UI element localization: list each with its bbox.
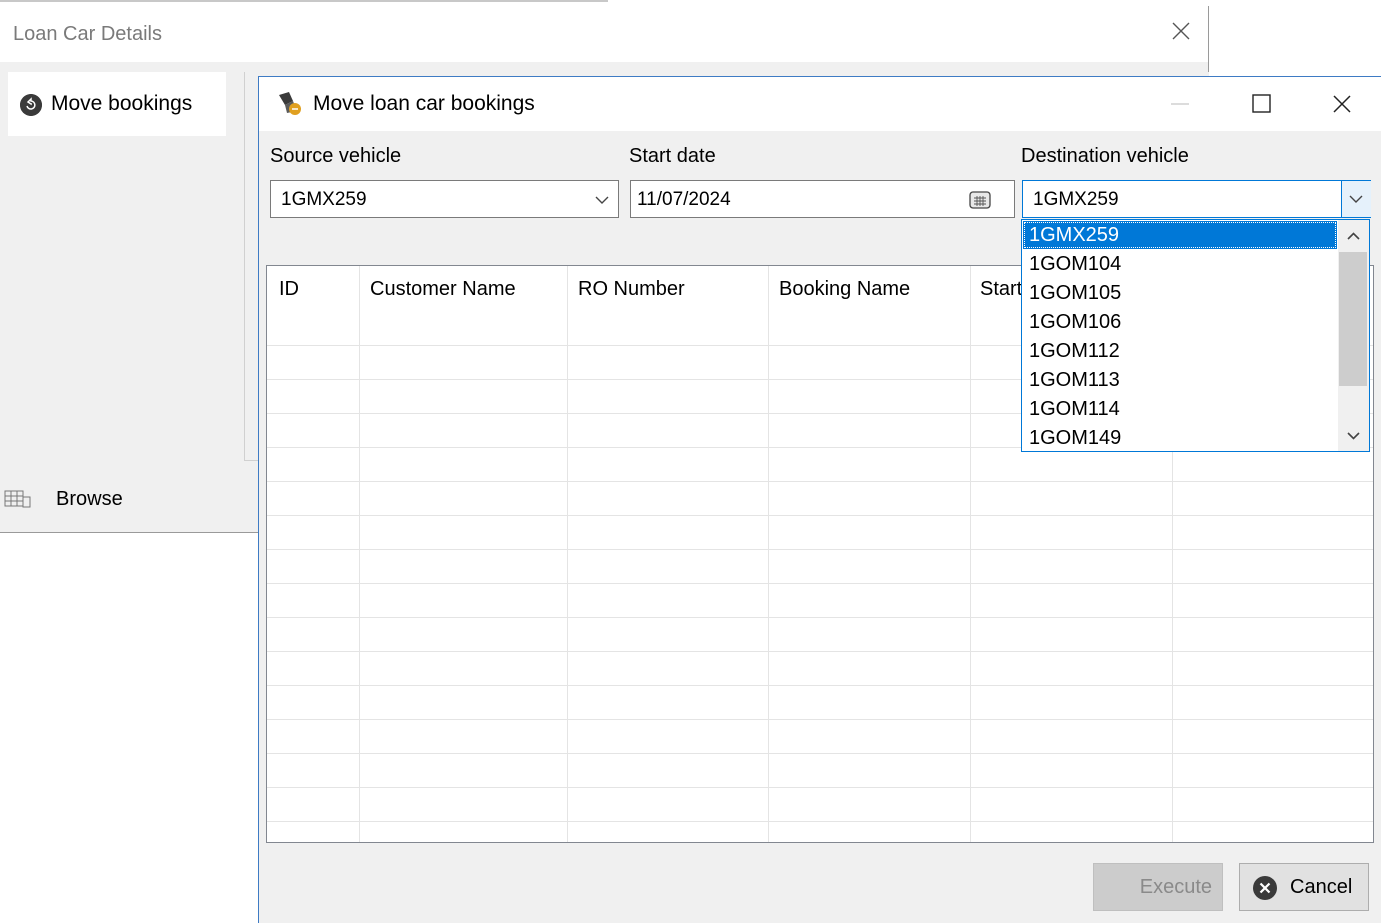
destination-vehicle-dropdown-list[interactable]: 1GMX259 1GOM104 1GOM105 1GOM106 1GOM112 … bbox=[1021, 219, 1370, 452]
chevron-down-icon[interactable] bbox=[1338, 424, 1369, 448]
dropdown-option[interactable]: 1GOM104 bbox=[1023, 250, 1337, 278]
grid-row-line bbox=[267, 549, 1373, 550]
grid-row-line bbox=[267, 719, 1373, 720]
destination-vehicle-value: 1GMX259 bbox=[1033, 189, 1119, 210]
sidebar-item-move-bookings[interactable]: Move bookings bbox=[8, 72, 226, 136]
app-icon bbox=[279, 92, 301, 115]
grid-column-divider bbox=[567, 266, 568, 842]
background-top-edge bbox=[0, 0, 608, 2]
execute-button-label: Execute bbox=[1139, 876, 1212, 898]
calendar-icon[interactable] bbox=[967, 189, 993, 211]
column-header-start[interactable]: Start bbox=[980, 278, 1022, 301]
grid-row-line bbox=[267, 821, 1373, 822]
source-vehicle-label: Source vehicle bbox=[270, 145, 402, 167]
grid-row-line bbox=[267, 515, 1373, 516]
cancel-button[interactable]: Cancel bbox=[1239, 863, 1369, 911]
cancel-button-label: Cancel bbox=[1290, 876, 1353, 898]
dialog-titlebar: Move loan car bookings bbox=[259, 77, 1381, 131]
dropdown-option[interactable]: 1GOM113 bbox=[1023, 366, 1337, 394]
dropdown-option[interactable]: 1GOM149 bbox=[1023, 424, 1337, 451]
sidebar-item-browse[interactable]: Browse bbox=[56, 488, 123, 511]
grid-column-divider bbox=[970, 266, 971, 842]
move-loan-car-bookings-dialog: Move loan car bookings Source vehicle St… bbox=[258, 76, 1381, 923]
grid-column-divider bbox=[359, 266, 360, 842]
chevron-up-icon[interactable] bbox=[1338, 224, 1369, 248]
minimize-icon[interactable] bbox=[1163, 87, 1197, 121]
start-date-value: 11/07/2024 bbox=[637, 189, 731, 210]
grid-column-divider bbox=[768, 266, 769, 842]
dropdown-option[interactable]: 1GOM114 bbox=[1023, 395, 1337, 423]
dropdown-option[interactable]: 1GMX259 bbox=[1023, 221, 1337, 249]
dropdown-option[interactable]: 1GOM112 bbox=[1023, 337, 1337, 365]
destination-vehicle-select[interactable]: 1GMX259 bbox=[1022, 180, 1371, 218]
dropdown-option[interactable]: 1GOM106 bbox=[1023, 308, 1337, 336]
sidebar-item-label: Move bookings bbox=[51, 92, 193, 115]
source-vehicle-value: 1GMX259 bbox=[281, 189, 367, 210]
chevron-down-icon bbox=[1349, 195, 1363, 203]
grid-row-line bbox=[267, 753, 1373, 754]
dropdown-scrollbar[interactable] bbox=[1338, 220, 1369, 451]
grid-row-line bbox=[267, 583, 1373, 584]
chevron-down-icon bbox=[595, 196, 609, 204]
dialog-title: Move loan car bookings bbox=[313, 92, 535, 115]
close-icon[interactable] bbox=[1166, 16, 1196, 46]
grid-row-line bbox=[267, 787, 1373, 788]
column-header-customer-name[interactable]: Customer Name bbox=[370, 278, 516, 301]
grid-row-line bbox=[267, 651, 1373, 652]
destination-vehicle-label: Destination vehicle bbox=[1021, 145, 1189, 167]
grid-row-line bbox=[267, 617, 1373, 618]
loan-car-details-title: Loan Car Details bbox=[13, 23, 162, 45]
source-vehicle-select[interactable]: 1GMX259 bbox=[270, 180, 619, 218]
close-icon[interactable] bbox=[1325, 87, 1359, 121]
grid-row-line bbox=[267, 481, 1373, 482]
scrollbar-thumb[interactable] bbox=[1339, 252, 1367, 386]
column-header-booking-name[interactable]: Booking Name bbox=[779, 278, 910, 301]
cancel-x-icon bbox=[1253, 876, 1277, 900]
column-header-id[interactable]: ID bbox=[279, 278, 299, 301]
execute-button[interactable]: Execute bbox=[1093, 863, 1223, 911]
browse-grid-icon[interactable] bbox=[4, 488, 32, 510]
column-header-ro-number[interactable]: RO Number bbox=[578, 278, 685, 301]
move-bookings-icon bbox=[20, 94, 42, 116]
grid-row-line bbox=[267, 685, 1373, 686]
start-date-label: Start date bbox=[629, 145, 716, 167]
maximize-icon[interactable] bbox=[1245, 87, 1279, 121]
dropdown-option[interactable]: 1GOM105 bbox=[1023, 279, 1337, 307]
loan-car-details-titlebar: Loan Car Details bbox=[0, 6, 1208, 62]
destination-dropdown-button[interactable] bbox=[1341, 181, 1371, 217]
start-date-picker[interactable]: 11/07/2024 bbox=[630, 180, 1015, 218]
